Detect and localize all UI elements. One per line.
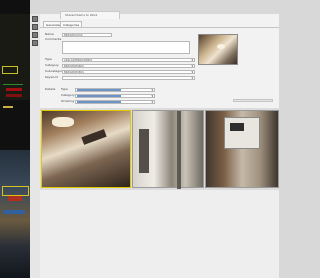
details-label: Details <box>45 87 56 91</box>
thumbnail-highlight <box>217 44 225 49</box>
filter-category-label: Category <box>61 93 75 97</box>
chevron-down-icon: ▾ <box>191 63 193 68</box>
subcategory-value: BRIDGEWORKS <box>64 70 84 74</box>
chevron-down-icon: ▾ <box>151 93 153 98</box>
alert-marker <box>8 196 22 201</box>
photo-detail <box>52 117 74 127</box>
toolbar-icon[interactable] <box>32 32 38 38</box>
comments-label: Comments <box>45 37 62 41</box>
category-label: Category <box>45 63 59 67</box>
toolbar-icon[interactable] <box>32 24 38 30</box>
tab-categories[interactable]: Categories <box>60 21 83 27</box>
marker <box>3 106 13 108</box>
filter-type-fill <box>77 89 121 91</box>
video-feed-panel <box>0 0 30 278</box>
name-field[interactable]: BRIDGELOCKS <box>62 32 112 37</box>
subcategory-label: Subcategory <box>45 69 64 73</box>
photo-thumbnail[interactable] <box>132 110 204 189</box>
type-label: Type <box>45 57 52 61</box>
video-feed-top[interactable] <box>0 14 30 108</box>
track-line <box>3 84 23 85</box>
chevron-down-icon: ▾ <box>151 99 153 104</box>
type-select[interactable]: ARSLASHBNDL/PANEL ▾ <box>62 57 195 62</box>
filter-type-label: Type <box>61 87 68 91</box>
photo-thumbnail-selected[interactable] <box>41 110 131 188</box>
alert-bar <box>6 94 22 97</box>
comments-field[interactable] <box>62 41 190 54</box>
filter-type-select[interactable]: ▾ <box>75 87 155 92</box>
filter-ordering-select[interactable]: ▾ <box>75 99 155 104</box>
filter-ordering-fill <box>77 101 121 103</box>
zoom-slider[interactable] <box>233 99 273 102</box>
photo-detail <box>81 129 107 145</box>
photo-detail <box>230 123 244 131</box>
photo-strip <box>40 108 279 190</box>
chevron-down-icon: ▾ <box>191 69 193 74</box>
item-editor-window: Shared Items to Work Generalsetts Catego… <box>40 11 279 278</box>
category-select[interactable]: BRIDGEWORKS ▾ <box>62 63 195 68</box>
highlight-box <box>2 186 29 196</box>
window-title: Shared Items to Work <box>60 11 120 19</box>
type-value: ARSLASHBNDL/PANEL <box>64 58 93 62</box>
keyword-label: Keyword <box>45 75 58 79</box>
filter-category-select[interactable]: ▾ <box>75 93 155 98</box>
subcategory-select[interactable]: BRIDGEWORKS ▾ <box>62 69 195 74</box>
video-feed-bottom[interactable] <box>0 150 30 278</box>
keyword-select[interactable]: ▾ <box>62 75 195 80</box>
photo-detail <box>177 111 181 189</box>
photo-detail <box>139 129 149 173</box>
photo-detail <box>224 117 260 149</box>
highlight-box <box>2 66 18 74</box>
category-value: BRIDGEWORKS <box>64 64 84 68</box>
toolbar-icon[interactable] <box>32 40 38 46</box>
filter-ordering-label: Ordering <box>61 99 75 103</box>
empty-content-area <box>40 190 279 278</box>
photo-thumbnail[interactable] <box>205 110 279 188</box>
toolbar-icon[interactable] <box>32 16 38 22</box>
chevron-down-icon: ▾ <box>191 75 193 80</box>
chevron-down-icon: ▾ <box>151 87 153 92</box>
tab-bar: Generalsetts Categories <box>40 19 279 28</box>
overlay-bar <box>3 210 25 214</box>
item-thumbnail[interactable] <box>198 34 238 65</box>
filter-category-fill <box>77 95 121 97</box>
chevron-down-icon: ▾ <box>191 57 193 62</box>
alert-bar <box>6 88 22 91</box>
